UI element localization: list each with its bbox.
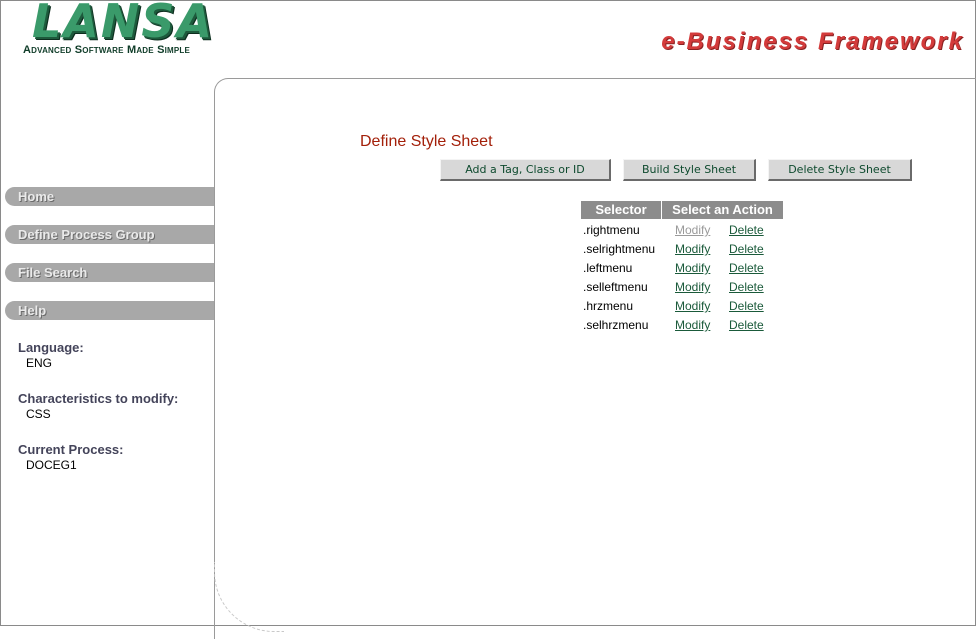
modify-link[interactable]: Modify (675, 223, 710, 237)
sidebar-item-label: Define Process Group (18, 227, 155, 242)
delete-link[interactable]: Delete (729, 242, 764, 256)
action-column-header: Select an Action (662, 201, 783, 219)
current-process-label: Current Process: (18, 442, 124, 457)
modify-link[interactable]: Modify (675, 299, 710, 313)
sidebar-item-file-search[interactable]: File Search (5, 263, 214, 282)
selector-cell: .rightmenu (583, 223, 640, 237)
current-process-value: DOCEG1 (26, 458, 77, 472)
sidebar-item-help[interactable]: Help (5, 301, 214, 320)
selector-cell: .leftmenu (583, 261, 633, 275)
sidebar-item-label: File Search (18, 265, 88, 280)
modify-link[interactable]: Modify (675, 242, 710, 256)
language-label: Language: (18, 340, 84, 355)
selector-cell: .selrightmenu (583, 242, 656, 256)
selector-cell: .selleftmenu (583, 280, 648, 294)
characteristics-label: Characteristics to modify: (18, 391, 179, 406)
delete-link[interactable]: Delete (729, 318, 764, 332)
language-value: ENG (26, 356, 53, 370)
delete-link[interactable]: Delete (729, 299, 764, 313)
sidebar-item-label: Help (18, 303, 47, 318)
sidebar-item-define-process-group[interactable]: Define Process Group (5, 225, 214, 244)
selector-cell: .hrzmenu (583, 299, 634, 313)
selector-cell: .selhrzmenu (583, 318, 649, 332)
logo-tagline: Advanced Software Made Simple (23, 44, 191, 56)
delete-link[interactable]: Delete (729, 280, 764, 294)
delete-link[interactable]: Delete (729, 261, 764, 275)
delete-style-sheet-button[interactable]: Delete Style Sheet (768, 159, 912, 181)
product-title: e-Business Framework (661, 28, 964, 55)
delete-link[interactable]: Delete (729, 223, 764, 237)
logo-wordmark: LANSA (32, 0, 215, 48)
build-style-sheet-button[interactable]: Build Style Sheet (623, 159, 756, 181)
add-tag-class-id-button[interactable]: Add a Tag, Class or ID (440, 159, 611, 181)
sidebar-item-label: Home (18, 189, 55, 204)
characteristics-value: CSS (26, 407, 51, 421)
selector-column-header: Selector (581, 201, 661, 219)
modify-link[interactable]: Modify (675, 280, 710, 294)
lansa-logo: LANSA Advanced Software Made Simple (22, 0, 212, 62)
sidebar-item-home[interactable]: Home (5, 187, 214, 206)
page-title: Define Style Sheet (360, 133, 493, 150)
modify-link[interactable]: Modify (675, 318, 710, 332)
modify-link[interactable]: Modify (675, 261, 710, 275)
